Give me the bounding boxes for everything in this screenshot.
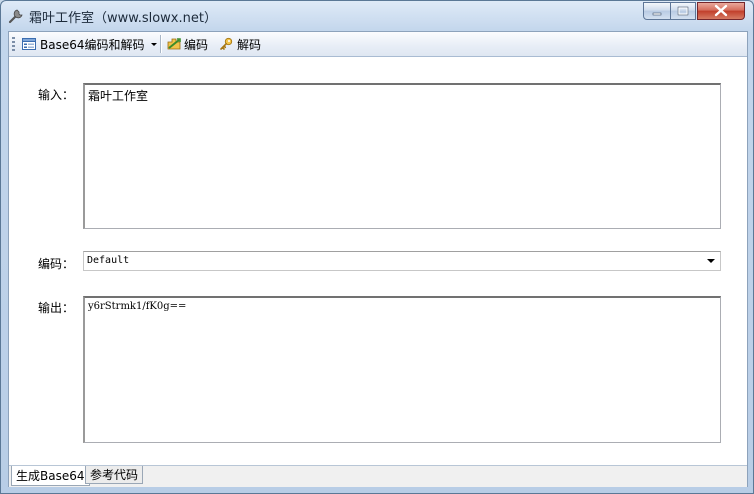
main-panel: 输入： 霜叶工作室 编码： Default 输出： y6rStrmk1/fK0g… xyxy=(9,57,747,465)
window-title: 霜叶工作室（www.slowx.net） xyxy=(29,11,217,26)
bottom-tab-strip: 生成Base64 参考代码 xyxy=(9,465,747,487)
encode-icon xyxy=(167,38,181,50)
title-bar[interactable]: 霜叶工作室（www.slowx.net） xyxy=(1,1,753,30)
close-button[interactable] xyxy=(697,2,745,20)
decode-button[interactable]: 解码 xyxy=(218,35,261,53)
form-icon xyxy=(22,38,36,50)
chevron-down-icon xyxy=(150,43,157,46)
maximize-button[interactable] xyxy=(670,2,696,20)
key-icon xyxy=(220,37,233,50)
client-area: Base64编码和解码 编码 解码 输入： 霜叶工作室 编码： Default … xyxy=(8,31,748,487)
input-textarea-value: 霜叶工作室 xyxy=(88,89,149,103)
encoding-label: 编码： xyxy=(38,257,75,271)
toolbar-grip[interactable] xyxy=(12,37,15,51)
input-label: 输入： xyxy=(38,88,75,102)
tools-icon xyxy=(7,7,25,25)
encoding-select-value: Default xyxy=(87,255,130,266)
tab-reference-code[interactable]: 参考代码 xyxy=(85,466,144,484)
mode-dropdown-label: Base64编码和解码 xyxy=(40,37,145,52)
decode-button-label: 解码 xyxy=(237,37,262,52)
minimize-icon xyxy=(652,12,662,16)
tab-label: 生成Base64 xyxy=(16,469,85,483)
output-textarea[interactable]: y6rStrmk1/fK0g== xyxy=(83,296,721,443)
close-icon xyxy=(714,4,728,17)
encode-button[interactable]: 编码 xyxy=(166,35,208,53)
mode-dropdown[interactable]: Base64编码和解码 xyxy=(21,35,159,53)
app-window: 霜叶工作室（www.slowx.net） Base64编码和解码 编码 解码 输… xyxy=(0,0,754,494)
tab-generate-base64[interactable]: 生成Base64 xyxy=(11,466,90,486)
toolbar: Base64编码和解码 编码 解码 xyxy=(9,32,747,57)
toolbar-separator xyxy=(160,35,162,53)
input-textarea[interactable]: 霜叶工作室 xyxy=(83,83,721,229)
chevron-down-icon[interactable] xyxy=(707,259,715,263)
tab-label: 参考代码 xyxy=(90,468,139,482)
minimize-button[interactable] xyxy=(643,2,671,20)
output-textarea-value: y6rStrmk1/fK0g== xyxy=(88,301,187,312)
encode-button-label: 编码 xyxy=(184,37,209,52)
encoding-select[interactable]: Default xyxy=(83,251,721,271)
output-label: 输出： xyxy=(38,301,75,315)
maximize-icon xyxy=(677,6,689,16)
